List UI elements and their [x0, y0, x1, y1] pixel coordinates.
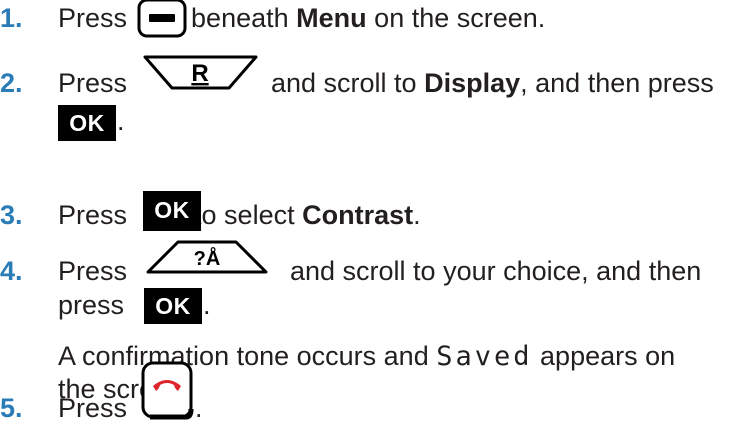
step-text: .: [195, 393, 203, 423]
contacts-key-icon: ?Å: [146, 240, 268, 274]
step-text: and scroll to Display, and then press: [271, 68, 714, 98]
step-text: Press: [58, 256, 128, 286]
step-number: 4.: [0, 256, 23, 286]
step-text: and scroll to your choice, and then: [290, 256, 702, 286]
step-text: Press: [58, 393, 128, 423]
step-number: 3.: [0, 200, 23, 230]
ok-key-icon: OK: [58, 105, 116, 141]
step-text: .: [117, 106, 125, 136]
step-text: Press to select Contrast.: [58, 200, 421, 230]
key-glyph: ?Å: [194, 246, 221, 270]
step-text: Press beneath Menu on the screen.: [58, 3, 546, 33]
step-number: 5.: [0, 393, 23, 423]
step-number: 1.: [0, 3, 23, 33]
step-number: 2.: [0, 68, 23, 98]
step-text: press: [58, 290, 125, 320]
step-text: Press: [58, 68, 128, 98]
key-letter: R: [191, 60, 208, 87]
lcd-saved-text: Saved: [436, 341, 533, 372]
softkey-icon: [137, 0, 187, 38]
ok-key-icon: OK: [143, 191, 201, 231]
end-call-key-icon: [141, 361, 194, 420]
ok-key-icon: OK: [144, 288, 202, 324]
step-text: .: [203, 290, 211, 320]
redial-key-icon: R: [143, 55, 258, 90]
